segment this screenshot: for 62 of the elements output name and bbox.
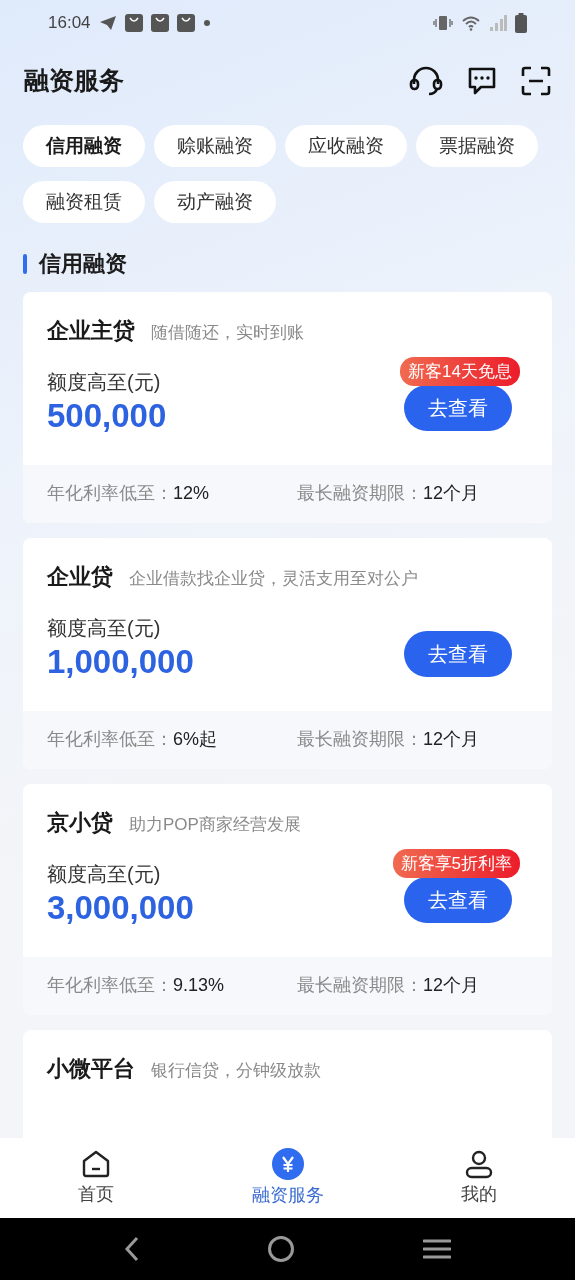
product-slogan: 企业借款找企业贷，灵活支用至对公户 [129, 567, 418, 590]
scan-icon[interactable] [521, 66, 551, 96]
limit-label: 额度高至(元) [47, 370, 162, 395]
term-value: 12个月 [423, 728, 480, 752]
product-name: 企业主贷 [47, 317, 135, 345]
rate-value: 9.13% [173, 974, 225, 998]
filter-chip[interactable]: 票据融资 [416, 125, 538, 167]
person-icon [464, 1148, 495, 1179]
limit-label: 额度高至(元) [47, 861, 162, 887]
headset-icon[interactable] [409, 65, 443, 97]
rate-label: 年化利率低至： [47, 482, 173, 506]
limit-amount: 3,000,000 [47, 888, 194, 927]
shopping-bag-icon [150, 13, 169, 32]
filter-chip[interactable]: 动产融资 [154, 181, 276, 223]
product-slogan: 助力POP商家经营发展 [129, 813, 301, 836]
dot-icon [202, 18, 211, 27]
filter-chip[interactable]: 应收融资 [285, 125, 407, 167]
nav-tab[interactable]: 融资服务 [251, 1181, 324, 1209]
filter-chip[interactable]: 信用融资 [23, 125, 145, 167]
product-name: 京小贷 [47, 808, 113, 837]
rate-label: 年化利率低至： [47, 728, 173, 752]
product-name: 企业贷 [47, 562, 113, 591]
home-icon [80, 1148, 111, 1179]
view-button[interactable]: 去查看 [404, 876, 512, 923]
term-label: 最长融资期限： [297, 974, 423, 998]
battery-icon [515, 12, 527, 33]
rate-value: 6%起 [173, 728, 217, 752]
product-slogan: 银行信贷，分钟级放款 [151, 1059, 321, 1082]
term-label: 最长融资期限： [297, 728, 423, 752]
filter-chip[interactable]: 融资租赁 [23, 181, 145, 223]
product-name: 小微平台 [47, 1054, 135, 1083]
view-button[interactable]: 去查看 [404, 630, 512, 677]
signal-icon [489, 14, 507, 31]
wifi-icon [461, 14, 481, 31]
shopping-bag-icon [124, 13, 143, 32]
term-value: 12个月 [423, 482, 480, 506]
section-marker [23, 253, 27, 274]
term-label: 最长融资期限： [297, 482, 423, 506]
limit-label: 额度高至(元) [47, 615, 162, 641]
filter-chip[interactable]: 赊账融资 [154, 125, 276, 167]
home-circle-icon[interactable] [267, 1235, 296, 1263]
vibrate-icon [433, 14, 453, 31]
yen-icon [271, 1147, 304, 1180]
back-icon[interactable] [123, 1236, 140, 1262]
menu-icon[interactable] [423, 1238, 452, 1260]
product-slogan: 随借随还，实时到账 [151, 322, 304, 344]
page-title: 融资服务 [24, 65, 124, 97]
view-button[interactable]: 去查看 [404, 384, 512, 431]
section-title: 信用融资 [39, 250, 127, 278]
promo-tag: 新客14天免息 [400, 356, 520, 387]
rate-value: 12% [173, 482, 210, 506]
nav-tab[interactable]: 首页 [77, 1180, 114, 1208]
promo-tag: 新客享5折利率 [392, 848, 520, 879]
nav-tab[interactable]: 我的 [461, 1180, 498, 1208]
paper-plane-icon [98, 14, 117, 31]
term-value: 12个月 [423, 974, 480, 998]
rate-label: 年化利率低至： [47, 974, 173, 998]
limit-amount: 500,000 [47, 397, 167, 435]
status-time: 16:04 [48, 11, 91, 34]
shopping-bag-icon [176, 13, 195, 32]
chat-icon[interactable] [467, 66, 497, 96]
limit-amount: 1,000,000 [47, 642, 194, 681]
